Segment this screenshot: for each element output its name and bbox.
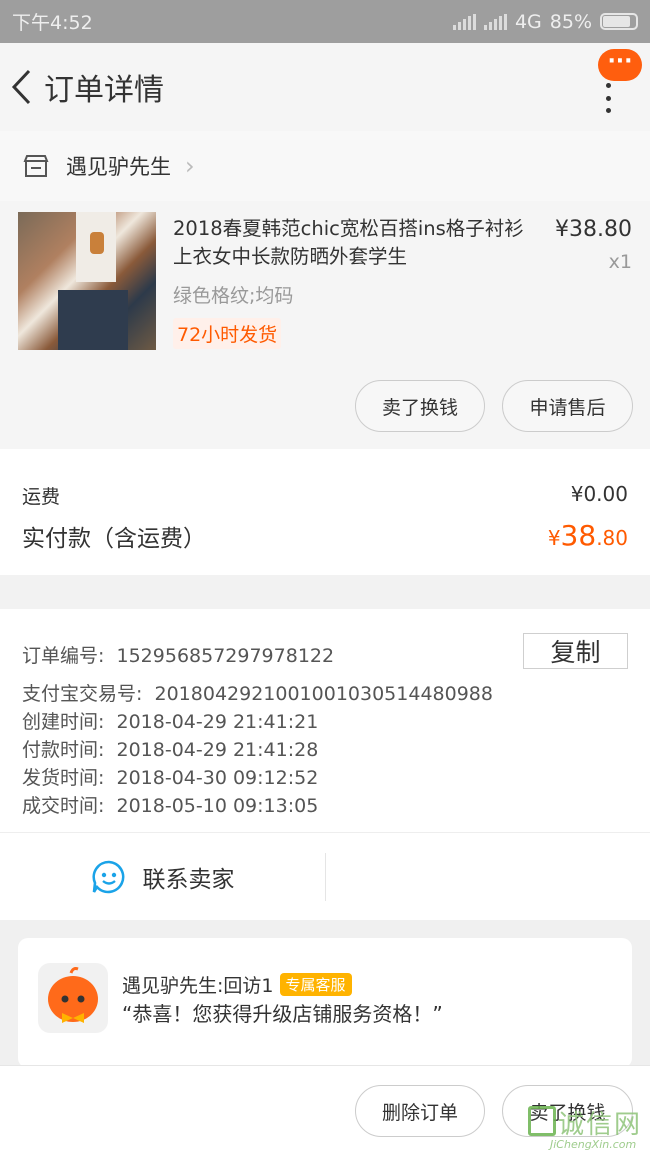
paid-dec: .80 (596, 526, 628, 550)
page-title: 订单详情 (44, 73, 164, 108)
product-card: 2018春夏韩范chic宽松百搭ins格子衬衫上衣女中长款防晒外套学生 ¥38.… (0, 201, 650, 449)
status-bar: 下午4:52 4G 85% (0, 0, 650, 43)
product-spec: 绿色格纹;均码 (173, 285, 294, 307)
product-quantity: x1 (608, 251, 632, 273)
order-row: 支付宝交易号: 2018042921001001030514480988 (22, 683, 493, 705)
copy-button[interactable]: 复制 (523, 633, 628, 669)
paid-value: ¥38.80 (548, 519, 628, 552)
watermark-logo: 诚信网 JiChengXin.com (528, 1104, 648, 1152)
contact-bar: 联系卖家 (0, 832, 650, 920)
back-button[interactable] (0, 43, 44, 131)
shipping-value: ¥0.00 (570, 482, 628, 506)
paid-label: 实付款（含运费） (22, 526, 206, 552)
chat-bubble-icon (91, 860, 124, 894)
product-image[interactable] (18, 212, 156, 350)
more-messages-button[interactable]: ··· (598, 49, 642, 81)
shipping-label: 运费 (22, 486, 61, 508)
signal-icon (452, 13, 476, 30)
delete-order-button[interactable]: 删除订单 (355, 1085, 485, 1137)
after-sale-button[interactable]: 申请售后 (502, 380, 633, 432)
product-price: ¥38.80 (555, 217, 632, 242)
product-title[interactable]: 2018春夏韩范chic宽松百搭ins格子衬衫上衣女中长款防晒外套学生 (173, 215, 533, 271)
signal-icon-2 (483, 13, 507, 30)
avatar (38, 963, 108, 1033)
status-indicators: 4G 85% (452, 10, 638, 33)
fee-section: 运费 ¥0.00 实付款（含运费） ¥38.80 (0, 449, 650, 575)
contact-seller-button[interactable]: 联系卖家 (0, 833, 325, 921)
message-sender: 遇见驴先生:回访1 专属客服 (122, 971, 352, 998)
network-type: 4G (514, 10, 542, 33)
message-text: “恭喜！您获得升级店铺服务资格！” (122, 1002, 443, 1026)
store-icon (23, 155, 49, 177)
watermark-box-icon (528, 1106, 556, 1136)
order-row: 成交时间: 2018-05-10 09:13:05 (22, 795, 319, 817)
divider (325, 853, 326, 901)
shop-name: 遇见驴先生 (66, 155, 171, 179)
message-area: 遇见驴先生:回访1 专属客服 “恭喜！您获得升级店铺服务资格！” (0, 920, 650, 1068)
order-row: 创建时间: 2018-04-29 21:41:21 (22, 711, 319, 733)
service-message-card[interactable]: 遇见驴先生:回访1 专属客服 “恭喜！您获得升级店铺服务资格！” (18, 938, 632, 1068)
order-row: 订单编号: 152956857297978122 (22, 645, 335, 667)
status-time: 下午4:52 (12, 12, 93, 34)
paid-int: 38 (560, 519, 597, 552)
nav-bar: 订单详情 ··· (0, 43, 650, 131)
sell-button[interactable]: 卖了换钱 (355, 380, 485, 432)
battery-percent: 85% (549, 10, 592, 33)
battery-icon (600, 13, 638, 30)
back-arrow-icon (11, 69, 31, 105)
contact-seller-label: 联系卖家 (142, 867, 235, 893)
more-menu-icon[interactable] (604, 83, 612, 113)
order-info: 订单编号: 152956857297978122 支付宝交易号: 2018042… (0, 609, 650, 832)
paid-currency: ¥ (547, 526, 561, 550)
order-row: 发货时间: 2018-04-30 09:12:52 (22, 767, 319, 789)
order-row: 付款时间: 2018-04-29 21:41:28 (22, 739, 319, 761)
shop-row[interactable]: 遇见驴先生 › (0, 131, 650, 201)
chevron-right-icon: › (185, 152, 195, 180)
shipping-tag: 72小时发货 (173, 318, 282, 349)
mascot-icon (48, 967, 98, 1023)
service-badge: 专属客服 (279, 973, 352, 996)
